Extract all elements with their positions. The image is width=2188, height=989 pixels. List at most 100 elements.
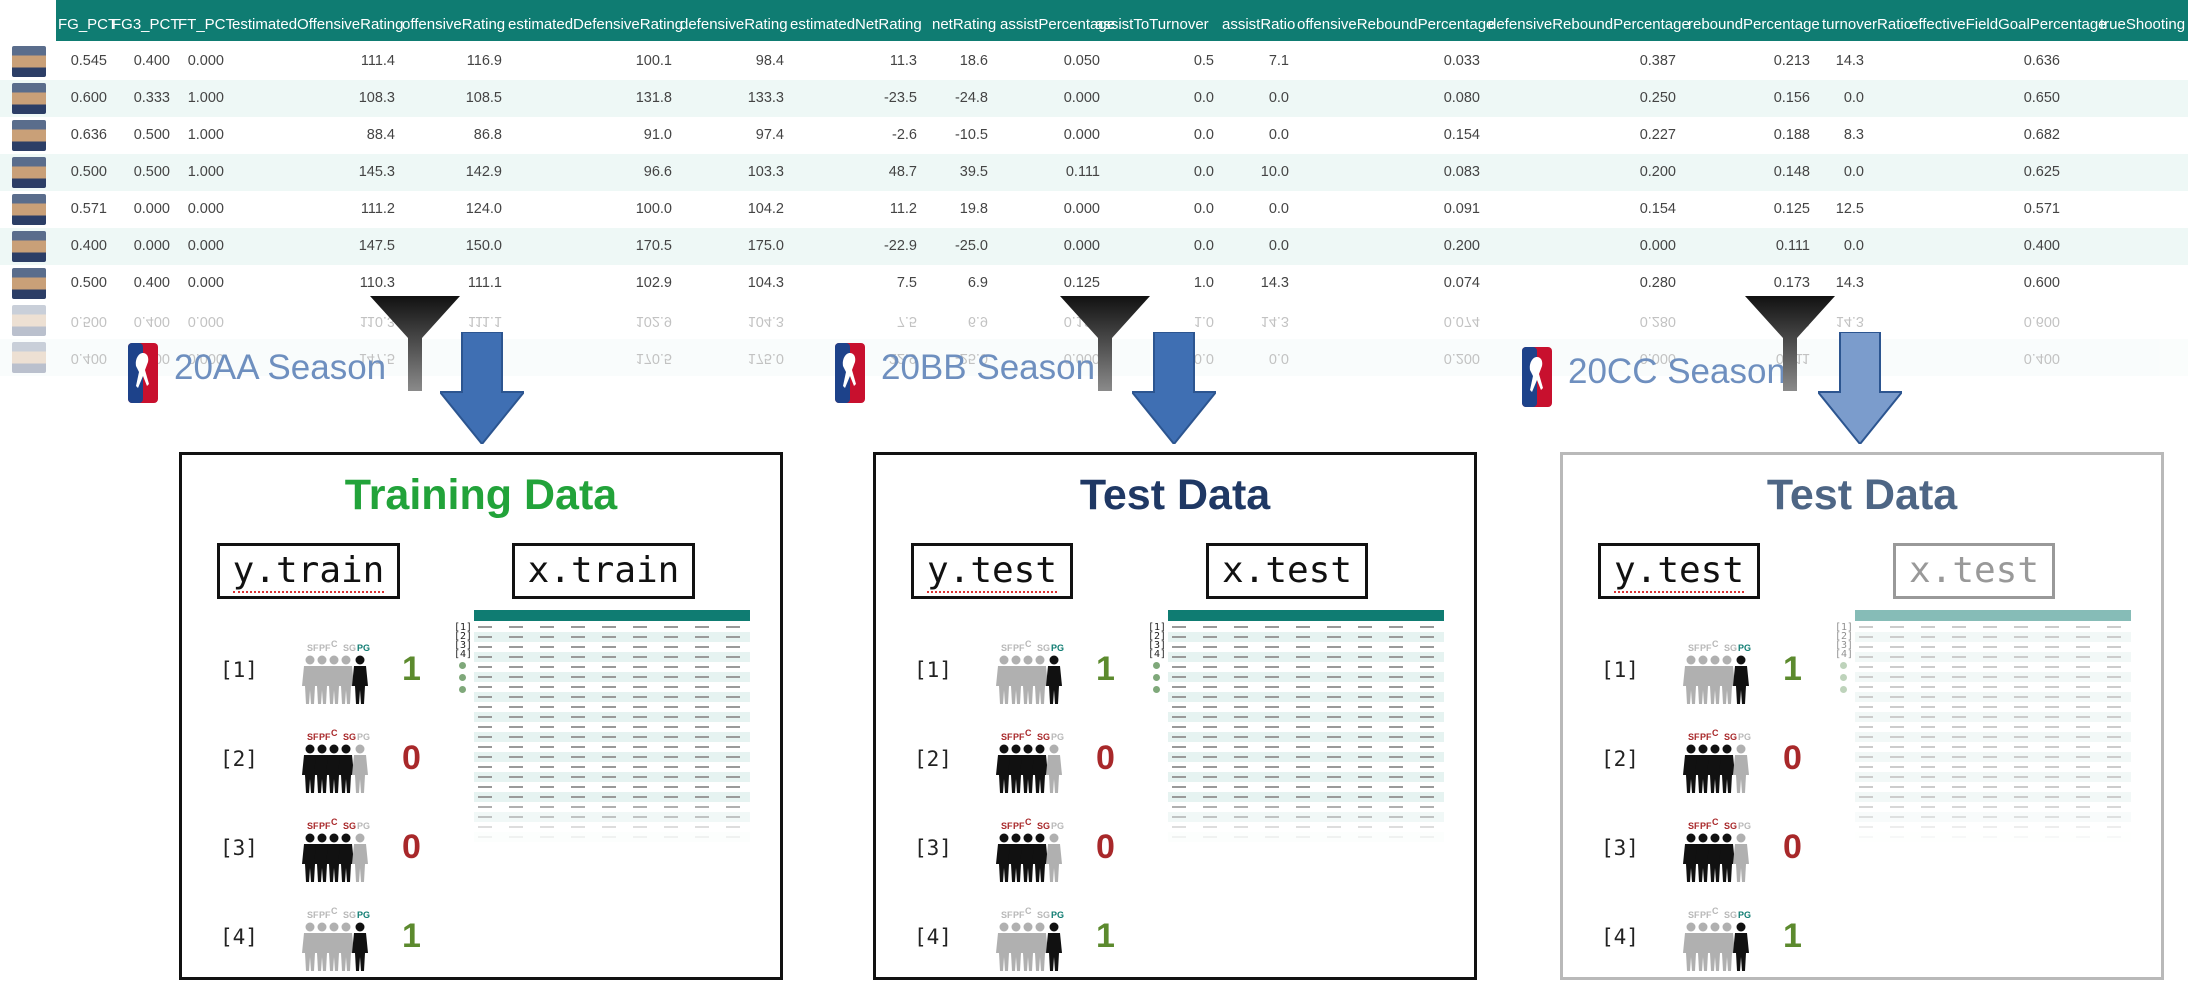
example-label-value: 0 xyxy=(402,739,421,777)
table-row[interactable]: 0.4000.0000.000147.5150.0170.5175.0-22.9… xyxy=(0,228,2188,265)
svg-text:SF: SF xyxy=(307,821,319,831)
season-text: 20AA Season xyxy=(174,348,387,387)
svg-text:SF: SF xyxy=(307,732,319,742)
team-lineup-icon: SF PF C SG PG xyxy=(302,728,370,793)
svg-text:SG: SG xyxy=(343,910,356,920)
svg-text:PF: PF xyxy=(319,643,331,653)
svg-text:C: C xyxy=(331,639,338,649)
team-lineup-icon: SF PF C SG PG xyxy=(302,817,370,882)
svg-text:SF: SF xyxy=(307,910,319,920)
svg-text:SG: SG xyxy=(1724,643,1737,653)
y-variable-box: y.train xyxy=(217,543,400,599)
example-lineup: SF PF C SG PG xyxy=(1563,638,1751,704)
svg-text:SG: SG xyxy=(1037,821,1050,831)
preview-rows xyxy=(474,626,750,842)
table-row[interactable]: 0.600 0.333 1.000 108.3 108.5 131.8 133.3 -23.5… xyxy=(0,80,2188,117)
svg-text:PG: PG xyxy=(1051,643,1064,653)
svg-text:SF: SF xyxy=(1001,643,1013,653)
example-index: [4] xyxy=(1601,925,1639,949)
preview-dot xyxy=(1840,674,1847,681)
column-header[interactable]: estimatedOffensiveRating xyxy=(232,0,403,41)
example-label-value: 0 xyxy=(1783,739,1802,777)
svg-text:C: C xyxy=(331,817,338,827)
column-header[interactable]: reboundPercentage xyxy=(1688,0,1820,41)
team-lineup-icon: SF PF C SG PG xyxy=(996,817,1064,882)
column-header[interactable]: FG3_PCT xyxy=(112,0,180,41)
example-index: [1] xyxy=(220,658,258,682)
example-lineup: SF PF C SG PG xyxy=(876,905,1064,971)
table-row[interactable]: 0.571 0.000 0.000 111.2 124.0 100.0 104.2 11.2 1… xyxy=(0,191,2188,228)
example-lineup: SF PF C SG PG xyxy=(876,816,1064,882)
svg-text:SF: SF xyxy=(1688,821,1700,831)
preview-index: [4] xyxy=(1148,649,1167,660)
svg-text:PF: PF xyxy=(1700,732,1712,742)
table-cell: 0.571 xyxy=(2023,201,2060,217)
svg-text:PG: PG xyxy=(357,821,370,831)
x-variable-label: x.test xyxy=(1221,550,1353,591)
column-header[interactable]: FT_PCT xyxy=(178,0,235,41)
svg-text:C: C xyxy=(331,906,338,916)
y-variable-box: y.test xyxy=(1598,543,1760,599)
column-header[interactable]: turnoverRatio xyxy=(1822,0,1912,41)
data-panel-3: Test Data y.test x.test [1] SF PF C SG PG 1 [2] SF P… xyxy=(1560,452,2164,980)
column-header[interactable]: trueShooting xyxy=(2100,0,2185,41)
example-label-value: 1 xyxy=(1783,917,1802,955)
preview-dot xyxy=(459,662,466,669)
example-lineup: SF PF C SG PG xyxy=(1563,905,1751,971)
nba-logo-icon xyxy=(1522,347,1552,407)
column-header[interactable]: assistToTurnover xyxy=(1095,0,1209,41)
preview-index: [4] xyxy=(1835,649,1854,660)
data-panel-2: Test Data y.test x.test [1] SF PF C SG PG 1 [2] SF P… xyxy=(873,452,1477,980)
example-lineup: SF PF C SG PG xyxy=(1563,816,1751,882)
svg-text:SF: SF xyxy=(1688,910,1700,920)
example-lineup: SF PF C SG PG xyxy=(1563,727,1751,793)
team-lineup-icon: SF PF C SG PG xyxy=(1683,728,1751,793)
table-cell: 0.650 xyxy=(2023,90,2060,106)
column-header[interactable]: FG_PCT xyxy=(58,0,117,41)
column-header[interactable]: effectiveFieldGoalPercentage xyxy=(1910,0,2107,41)
y-variable-label: y.train xyxy=(232,550,385,593)
table-row[interactable]: 0.500 0.500 1.000 145.3 142.9 96.6 103.3 48.7 39… xyxy=(0,154,2188,191)
svg-text:C: C xyxy=(1025,728,1032,738)
panel-title: Test Data xyxy=(1766,471,1958,519)
example-label-value: 1 xyxy=(1783,650,1802,688)
column-header[interactable]: offensiveRating xyxy=(402,0,505,41)
column-header[interactable]: offensiveReboundPercentage xyxy=(1297,0,1494,41)
panel-title: Test Data xyxy=(1079,471,1271,519)
column-header[interactable]: defensiveRating xyxy=(680,0,788,41)
preview-dot xyxy=(1153,674,1160,681)
svg-text:SG: SG xyxy=(1724,910,1737,920)
table-cell: 0.682 xyxy=(2023,127,2060,143)
column-header[interactable]: netRating xyxy=(932,0,996,41)
svg-text:PF: PF xyxy=(1700,643,1712,653)
svg-text:PF: PF xyxy=(1013,910,1025,920)
column-header[interactable]: defensiveReboundPercentage xyxy=(1488,0,1690,41)
example-index: [1] xyxy=(1601,658,1639,682)
table-row[interactable]: 0.545 0.400 0.000 111.4 116.9 100.1 98.4 11.3 18… xyxy=(0,43,2188,80)
preview-dot xyxy=(1840,662,1847,669)
example-label-value: 1 xyxy=(402,917,421,955)
svg-text:PG: PG xyxy=(357,910,370,920)
column-header[interactable]: estimatedNetRating xyxy=(790,0,922,41)
svg-text:PG: PG xyxy=(1738,643,1751,653)
svg-text:SG: SG xyxy=(1724,732,1737,742)
panel-title: Training Data xyxy=(344,471,618,519)
svg-text:PF: PF xyxy=(1013,643,1025,653)
preview-dot xyxy=(1153,686,1160,693)
svg-text:SG: SG xyxy=(1037,732,1050,742)
nba-logo-icon xyxy=(128,343,158,403)
svg-text:PG: PG xyxy=(1738,732,1751,742)
column-header[interactable]: estimatedDefensiveRating xyxy=(508,0,683,41)
table-cell: 0.400 xyxy=(2023,238,2060,254)
down-arrow-icon xyxy=(1132,332,1216,444)
example-label-value: 0 xyxy=(1783,828,1802,866)
column-header[interactable]: assistRatio xyxy=(1222,0,1295,41)
svg-text:SG: SG xyxy=(1724,821,1737,831)
table-row[interactable]: 0.636 0.500 1.000 88.4 86.8 91.0 97.4 -2.6 -10.5… xyxy=(0,117,2188,154)
team-lineup-icon: SF PF C SG PG xyxy=(1683,817,1751,882)
team-lineup-icon: SF PF C SG PG xyxy=(1683,906,1751,971)
svg-text:SF: SF xyxy=(1001,910,1013,920)
x-data-preview: [1] [2] [3] [4] xyxy=(1835,610,2131,850)
example-index: [3] xyxy=(220,836,258,860)
svg-text:C: C xyxy=(1712,728,1719,738)
